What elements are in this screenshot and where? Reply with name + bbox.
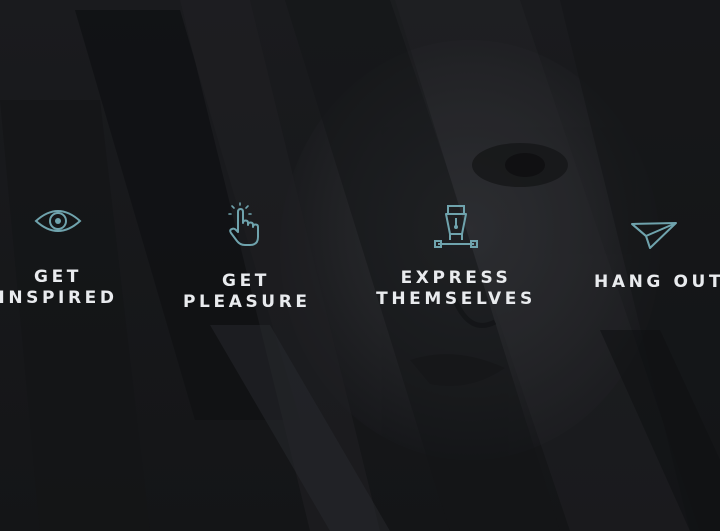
hero-section: GET INSPIRED GET PLEASURE EXPRESS THEMSE… — [0, 0, 720, 531]
pointing-hand-icon — [228, 202, 259, 246]
feature-label-line1: GET — [222, 271, 270, 291]
pen-nib-icon — [434, 205, 478, 248]
feature-hang-out: HANG OUT — [594, 220, 720, 293]
feature-label-line2: PLEASURE — [183, 292, 311, 312]
feature-label-line2: THEMSELVES — [376, 289, 536, 309]
feature-label-line2: INSPIRED — [0, 288, 118, 308]
eye-icon — [34, 210, 82, 232]
feature-label-line1: GET — [34, 267, 82, 287]
features-row: GET INSPIRED GET PLEASURE EXPRESS THEMSE… — [0, 0, 720, 531]
feature-express-themselves: EXPRESS THEMSELVES — [374, 204, 538, 310]
feature-get-inspired: GET INSPIRED — [0, 205, 118, 309]
paper-plane-icon — [631, 222, 677, 249]
feature-get-pleasure: GET PLEASURE — [183, 201, 309, 313]
feature-label: HANG OUT — [594, 272, 720, 292]
feature-label-line1: EXPRESS — [400, 268, 512, 288]
